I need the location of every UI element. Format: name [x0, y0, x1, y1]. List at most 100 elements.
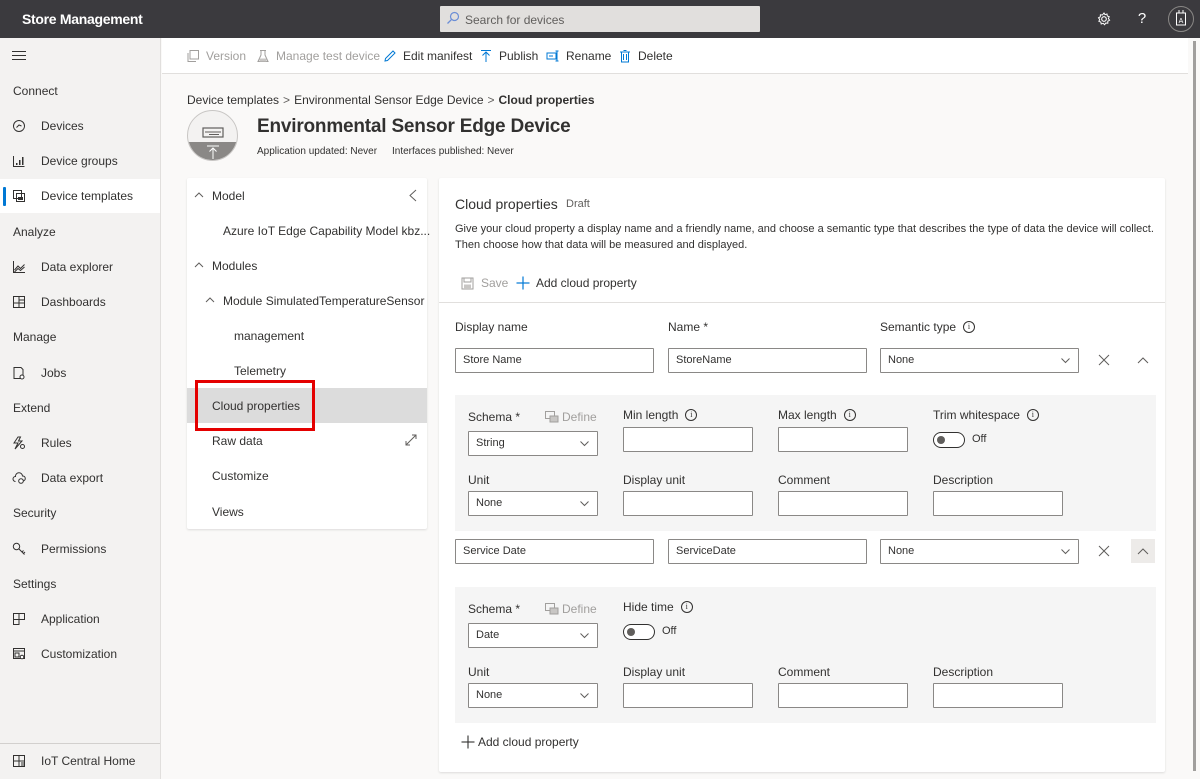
tree-item-model[interactable]: Model	[187, 178, 427, 213]
account-avatar[interactable]: A	[1168, 6, 1194, 32]
add-cloud-property-button[interactable]: Add cloud property	[516, 276, 637, 290]
sidebar-item-customization[interactable]: Customization	[0, 637, 160, 671]
comment-input[interactable]	[778, 491, 908, 516]
tree-item-module-simulated-temperature-sensor[interactable]: Module SimulatedTemperatureSensor	[187, 283, 427, 318]
collapse-property-icon[interactable]	[1131, 348, 1155, 372]
schema-dropdown[interactable]: String	[468, 431, 598, 456]
breadcrumb-device-templates[interactable]: Device templates	[187, 93, 279, 107]
add-cloud-property-bottom-button[interactable]: Add cloud property	[461, 735, 579, 749]
sidebar-item-device-groups[interactable]: Device groups	[0, 144, 160, 178]
breadcrumb-device[interactable]: Environmental Sensor Edge Device	[294, 93, 483, 107]
nav-section-manage: Manage	[13, 330, 57, 344]
semantic-type-dropdown[interactable]: None	[880, 539, 1079, 564]
schema-dropdown[interactable]: Date	[468, 623, 598, 648]
sidebar-item-data-export[interactable]: Data export	[0, 461, 160, 495]
display-unit-input[interactable]	[623, 491, 753, 516]
semantic-type-dropdown[interactable]: None	[880, 348, 1079, 373]
name-header: Name *	[668, 320, 709, 334]
template-tree-panel: Model Azure IoT Edge Capability Model kb…	[187, 178, 430, 529]
semantic-type-header: Semantic type i	[880, 320, 976, 334]
display-unit-label: Display unit	[623, 473, 686, 487]
info-icon[interactable]: i	[680, 601, 693, 613]
remove-property-icon[interactable]	[1092, 348, 1116, 372]
breadcrumb: Device templates > Environmental Sensor Ed…	[187, 93, 595, 107]
manage-test-device-button[interactable]: Manage test device	[256, 48, 380, 64]
min-length-input[interactable]	[623, 427, 753, 452]
trim-whitespace-toggle[interactable]	[933, 432, 965, 448]
app-title[interactable]: Store Management	[22, 11, 143, 27]
rules-icon	[13, 436, 25, 450]
breadcrumb-separator: >	[283, 93, 291, 107]
display-name-input[interactable]: Service Date	[455, 539, 654, 564]
remove-property-icon[interactable]	[1092, 539, 1116, 563]
tree-item-modules[interactable]: Modules	[187, 248, 427, 283]
tree-item-customize[interactable]: Customize	[187, 458, 427, 493]
info-icon[interactable]: i	[685, 409, 698, 421]
device-template-avatar	[187, 110, 238, 161]
define-button[interactable]: Define	[545, 410, 597, 424]
flask-icon	[257, 50, 269, 62]
application-icon	[13, 613, 25, 625]
sidebar-item-jobs[interactable]: Jobs	[0, 356, 160, 390]
tree-item-raw-data[interactable]: Raw data	[187, 423, 427, 458]
scrollbar-thumb[interactable]	[1193, 41, 1196, 771]
sidebar-item-data-explorer[interactable]: Data explorer	[0, 250, 160, 284]
hide-time-toggle[interactable]	[623, 624, 655, 640]
description-input[interactable]	[933, 683, 1063, 708]
nav-section-analyze: Analyze	[13, 225, 56, 239]
unit-dropdown[interactable]: None	[468, 491, 598, 516]
tree-item-views[interactable]: Views	[187, 494, 427, 529]
define-icon	[545, 411, 559, 423]
help-icon[interactable]: ?	[1132, 9, 1152, 29]
draft-badge: Draft	[566, 198, 590, 210]
define-button[interactable]: Define	[545, 602, 597, 616]
chevron-down-icon	[1061, 358, 1070, 364]
chevron-down-icon	[580, 441, 589, 447]
expand-icon[interactable]	[405, 434, 417, 446]
name-input[interactable]: StoreName	[668, 348, 867, 373]
sidebar-item-device-templates[interactable]: Device templates	[0, 179, 160, 213]
version-button[interactable]: Version	[186, 48, 246, 64]
plus-icon	[461, 735, 475, 749]
info-icon[interactable]: i	[843, 409, 856, 421]
comment-input[interactable]	[778, 683, 908, 708]
rename-button[interactable]: Rename	[546, 48, 611, 64]
plus-icon	[516, 276, 530, 290]
tree-item-capability-model[interactable]: Azure IoT Edge Capability Model kbz...	[187, 213, 430, 248]
save-button[interactable]: Save	[461, 276, 508, 290]
sidebar-item-permissions[interactable]: Permissions	[0, 532, 160, 566]
display-unit-input[interactable]	[623, 683, 753, 708]
search-input[interactable]: Search for devices	[440, 6, 760, 32]
gear-icon[interactable]	[1094, 9, 1114, 29]
hide-time-state: Off	[662, 625, 677, 637]
sidebar-item-iot-central-home[interactable]: IoT Central Home	[0, 744, 160, 778]
hamburger-menu-icon[interactable]	[12, 51, 26, 63]
jobs-icon	[13, 367, 25, 380]
info-icon[interactable]: i	[1026, 409, 1039, 421]
unit-dropdown[interactable]: None	[468, 683, 598, 708]
tree-item-cloud-properties[interactable]: Cloud properties	[187, 388, 427, 423]
collapse-property-icon[interactable]	[1131, 539, 1155, 563]
sidebar: Connect Devices Device groups Device tem…	[0, 38, 161, 779]
collapse-panel-icon[interactable]	[408, 189, 418, 202]
max-length-input[interactable]	[778, 427, 908, 452]
delete-button[interactable]: Delete	[618, 48, 673, 64]
name-input[interactable]: ServiceDate	[668, 539, 867, 564]
info-icon[interactable]: i	[963, 321, 976, 333]
schema-label: Schema *	[468, 602, 521, 616]
trim-whitespace-state: Off	[972, 433, 987, 445]
sidebar-item-devices[interactable]: Devices	[0, 109, 160, 143]
publish-icon	[481, 50, 491, 62]
publish-button[interactable]: Publish	[479, 48, 538, 64]
version-icon	[187, 50, 199, 62]
trim-whitespace-label: Trim whitespace i	[933, 408, 1039, 422]
sidebar-item-rules[interactable]: Rules	[0, 426, 160, 460]
display-name-input[interactable]: Store Name	[455, 348, 654, 373]
sidebar-item-dashboards[interactable]: Dashboards	[0, 285, 160, 319]
breadcrumb-current: Cloud properties	[498, 93, 595, 107]
sidebar-item-application[interactable]: Application	[0, 602, 160, 636]
description-input[interactable]	[933, 491, 1063, 516]
tree-item-management[interactable]: management	[187, 318, 427, 353]
tree-item-telemetry[interactable]: Telemetry	[187, 353, 427, 388]
edit-manifest-button[interactable]: Edit manifest	[383, 48, 472, 64]
